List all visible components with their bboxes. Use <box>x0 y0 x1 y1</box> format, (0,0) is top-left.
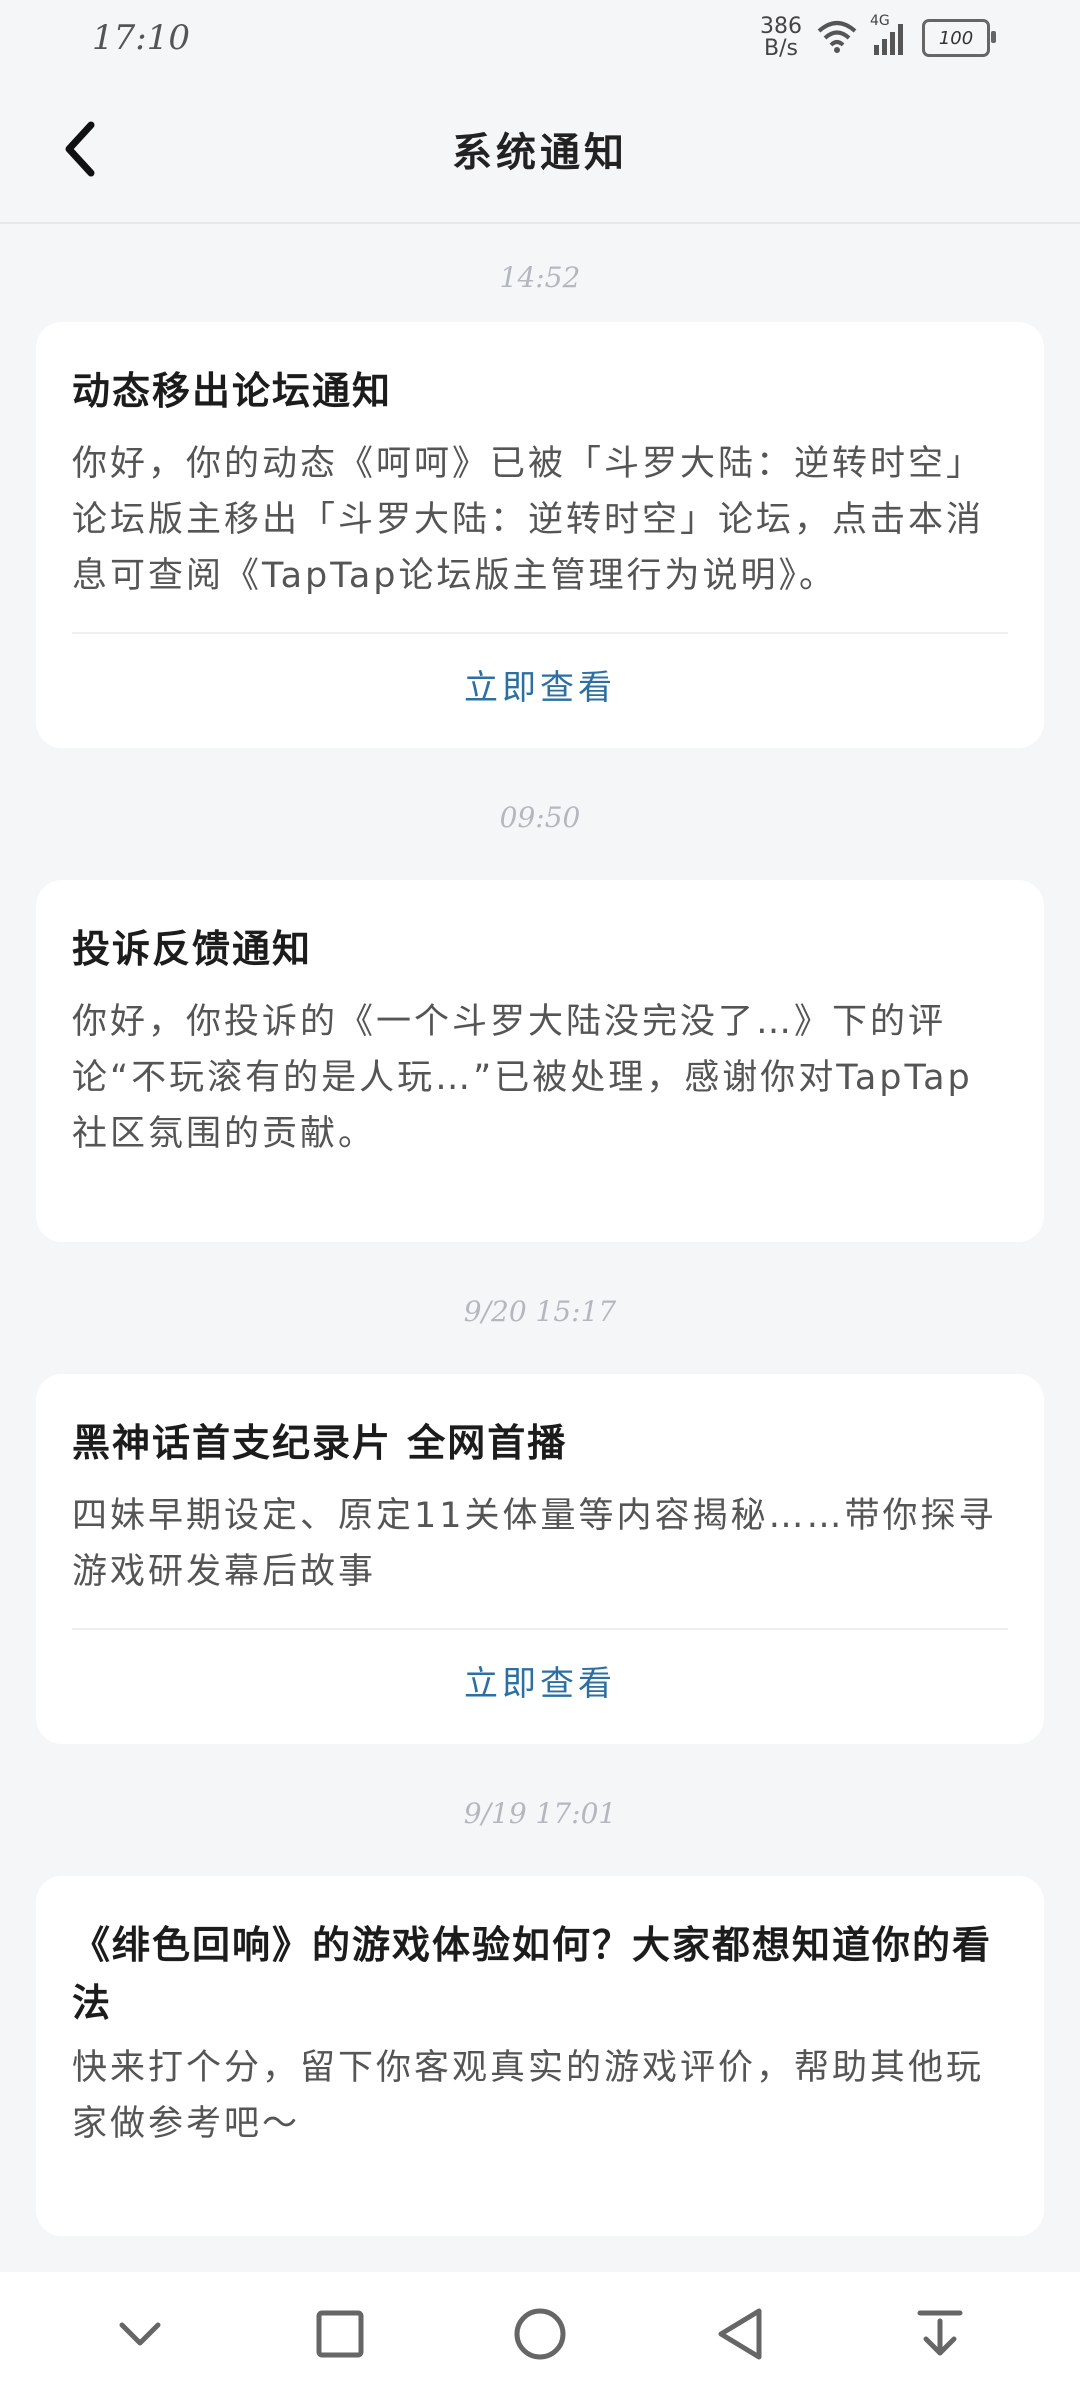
chevron-down-icon <box>118 2319 162 2353</box>
net-speed-value: 386 <box>760 14 802 39</box>
notification-time: 14:52 <box>499 261 581 294</box>
notification-title: 黑神话首支纪录片 全网首播 <box>72 1421 568 1465</box>
notification-title: 《绯色回响》的游戏体验如何？大家都想知道你的看法 <box>72 1923 993 2025</box>
view-now-button[interactable]: 立即查看 <box>72 634 1008 748</box>
network-type: 4G <box>870 13 890 29</box>
status-time: 17:10 <box>92 18 190 58</box>
wifi-icon <box>816 19 858 57</box>
home-button[interactable] <box>500 2296 580 2376</box>
signal-icon: 4G <box>870 13 908 55</box>
back-nav-button[interactable] <box>700 2296 780 2376</box>
notification-body: 你好，你的动态《呵呵》已被「斗罗大陆：逆转时空」论坛版主移出「斗罗大陆：逆转时空… <box>72 444 985 596</box>
notification-card[interactable]: 投诉反馈通知 你好，你投诉的《一个斗罗大陆没完没了…》下的评论“不玩滚有的是人玩… <box>36 880 1044 1242</box>
circle-icon <box>513 2307 567 2365</box>
notification-time: 9/19 17:01 <box>463 1797 617 1830</box>
collapse-icon <box>916 2309 964 2363</box>
notification-title: 投诉反馈通知 <box>72 927 313 971</box>
status-icons: 386 B/s 4G 100 <box>760 13 996 62</box>
header-bar: 系统通知 <box>0 76 1080 224</box>
notification-list[interactable]: 14:52 动态移出论坛通知 你好，你的动态《呵呵》已被「斗罗大陆：逆转时空」论… <box>36 226 1044 2236</box>
net-speed: 386 B/s <box>760 16 802 60</box>
status-bar: 17:10 386 B/s 4G 100 <box>0 0 1080 76</box>
notification-time: 09:50 <box>499 801 581 834</box>
recents-button[interactable] <box>300 2296 380 2376</box>
net-speed-unit: B/s <box>764 36 798 61</box>
notification-shade-button[interactable] <box>900 2296 980 2376</box>
page-title: 系统通知 <box>452 130 628 176</box>
notification-body: 四妹早期设定、原定11关体量等内容揭秘……带你探寻游戏研发幕后故事 <box>72 1496 997 1592</box>
triangle-back-icon <box>715 2307 765 2365</box>
notification-card[interactable]: 动态移出论坛通知 你好，你的动态《呵呵》已被「斗罗大陆：逆转时空」论坛版主移出「… <box>36 322 1044 748</box>
notification-card[interactable]: 《绯色回响》的游戏体验如何？大家都想知道你的看法 快来打个分，留下你客观真实的游… <box>36 1876 1044 2236</box>
square-icon <box>316 2310 364 2362</box>
notification-time: 9/20 15:17 <box>463 1295 617 1328</box>
battery-level: 100 <box>938 27 974 49</box>
notification-title: 动态移出论坛通知 <box>72 369 393 413</box>
notification-card[interactable]: 黑神话首支纪录片 全网首播 四妹早期设定、原定11关体量等内容揭秘……带你探寻游… <box>36 1374 1044 1744</box>
system-nav-bar <box>0 2272 1080 2400</box>
notification-body: 你好，你投诉的《一个斗罗大陆没完没了…》下的评论“不玩滚有的是人玩…”已被处理，… <box>72 1002 973 1154</box>
battery-icon: 100 <box>922 19 996 57</box>
view-now-button[interactable]: 立即查看 <box>72 1630 1008 1744</box>
hide-nav-button[interactable] <box>100 2296 180 2376</box>
notification-body: 快来打个分，留下你客观真实的游戏评价，帮助其他玩家做参考吧～ <box>72 2048 985 2144</box>
